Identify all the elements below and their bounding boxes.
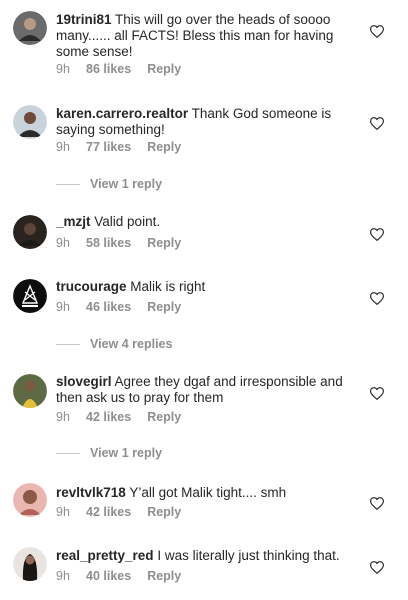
like-heart-icon[interactable] [370,25,384,38]
comment-body: _mzjt Valid point. [56,214,356,230]
comment-time: 9h [56,300,70,314]
comment-username[interactable]: real_pretty_red [56,548,154,563]
comment-likes[interactable]: 86 likes [86,62,131,76]
comment-username[interactable]: karen.carrero.realtor [56,106,188,121]
replies-divider [56,452,80,454]
comment-likes[interactable]: 46 likes [86,300,131,314]
avatar[interactable] [13,547,47,581]
comment-time: 9h [56,410,70,424]
replies-divider [56,183,80,185]
comment-body: 19trini81 This will go over the heads of… [56,12,356,60]
avatar[interactable] [13,374,47,408]
reply-button[interactable]: Reply [147,569,181,583]
reply-button[interactable]: Reply [147,236,181,250]
comment-time: 9h [56,569,70,583]
comment-username[interactable]: slovegirl [56,374,112,389]
comment-body: karen.carrero.realtor Thank God someone … [56,106,356,138]
like-heart-icon[interactable] [370,228,384,241]
comment-body: slovegirl Agree they dgaf and irresponsi… [56,374,356,406]
replies-divider [56,343,80,345]
comment-meta: 9h 42 likes Reply [56,410,181,424]
comment-time: 9h [56,505,70,519]
avatar[interactable] [13,279,47,313]
like-heart-icon[interactable] [370,117,384,130]
comment-meta: 9h 40 likes Reply [56,569,181,583]
avatar[interactable] [13,215,47,249]
comment-time: 9h [56,62,70,76]
like-heart-icon[interactable] [370,292,384,305]
reply-button[interactable]: Reply [147,300,181,314]
comment-likes[interactable]: 77 likes [86,140,131,154]
like-heart-icon[interactable] [370,387,384,400]
comment-text: Valid point. [94,214,161,229]
view-replies-label: View 4 replies [90,337,173,351]
reply-button[interactable]: Reply [147,62,181,76]
reply-button[interactable]: Reply [147,140,181,154]
avatar[interactable] [13,483,47,517]
comment-text: Malik is right [130,279,206,294]
comment-meta: 9h 77 likes Reply [56,140,181,154]
comment-body: real_pretty_red I was literally just thi… [56,548,356,564]
view-replies-button[interactable]: View 4 replies [56,337,172,351]
comment-text: I was literally just thinking that. [157,548,340,563]
comment-username[interactable]: revltvlk718 [56,485,126,500]
avatar[interactable] [13,11,47,45]
view-replies-label: View 1 reply [90,177,163,191]
comment-username[interactable]: trucourage [56,279,127,294]
view-replies-label: View 1 reply [90,446,163,460]
comment-username[interactable]: _mzjt [56,214,91,229]
reply-button[interactable]: Reply [147,505,181,519]
comment-likes[interactable]: 42 likes [86,505,131,519]
comment-time: 9h [56,140,70,154]
comment-likes[interactable]: 40 likes [86,569,131,583]
comment-body: revltvlk718 Y’all got Malik tight.... sm… [56,485,356,501]
comment-likes[interactable]: 58 likes [86,236,131,250]
comment-likes[interactable]: 42 likes [86,410,131,424]
reply-button[interactable]: Reply [147,410,181,424]
comment-meta: 9h 46 likes Reply [56,300,181,314]
comment-body: trucourage Malik is right [56,279,356,295]
like-heart-icon[interactable] [370,561,384,574]
comment-meta: 9h 42 likes Reply [56,505,181,519]
like-heart-icon[interactable] [370,497,384,510]
avatar[interactable] [13,105,47,139]
comment-time: 9h [56,236,70,250]
comment-meta: 9h 58 likes Reply [56,236,181,250]
comment-text: Y’all got Malik tight.... smh [129,485,287,500]
comment-username[interactable]: 19trini81 [56,12,112,27]
view-replies-button[interactable]: View 1 reply [56,177,162,191]
comment-meta: 9h 86 likes Reply [56,62,181,76]
view-replies-button[interactable]: View 1 reply [56,446,162,460]
